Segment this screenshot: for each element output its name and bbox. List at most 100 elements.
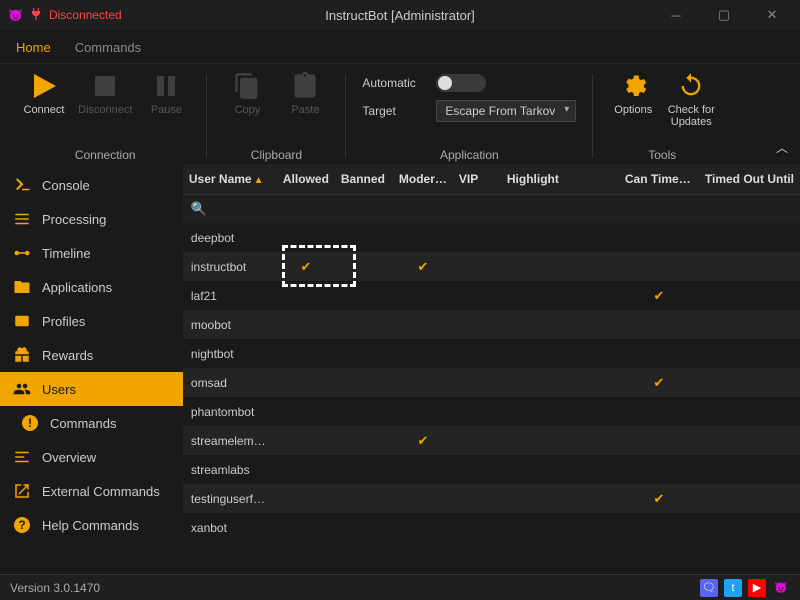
column-header-highlight[interactable]: Highlight: [501, 164, 571, 194]
connection-status: 😈 Disconnected: [8, 7, 122, 24]
users-grid: User Name▲ Allowed Banned Modera... VIP …: [183, 164, 800, 574]
column-header-vip[interactable]: VIP: [453, 164, 501, 194]
statusbar: Version 3.0.1470 🗨 t ▶ 😈: [0, 574, 800, 600]
pause-icon: [150, 70, 182, 102]
sidebar-item-label: Commands: [50, 416, 116, 431]
sidebar-item-users[interactable]: Users: [0, 372, 183, 406]
sidebar-item-rewards[interactable]: Rewards: [0, 338, 183, 372]
table-row[interactable]: xanbot: [183, 513, 800, 542]
list-icon: [12, 209, 32, 229]
sidebar-item-help-commands[interactable]: ? Help Commands: [0, 508, 183, 542]
sidebar-item-label: External Commands: [42, 484, 160, 499]
table-row[interactable]: nightbot: [183, 339, 800, 368]
table-row[interactable]: testinguserfo...✔: [183, 484, 800, 513]
grid-rows: deepbotinstructbot✔✔laf21✔moobotnightbot…: [183, 223, 800, 574]
grid-filter-row[interactable]: 🔍: [183, 195, 800, 223]
table-row[interactable]: streameleme... ✔: [183, 426, 800, 455]
sidebar-item-label: Help Commands: [42, 518, 139, 533]
sidebar-item-label: Processing: [42, 212, 106, 227]
sidebar-item-applications[interactable]: Applications: [0, 270, 183, 304]
discord-icon[interactable]: 🗨: [700, 579, 718, 597]
sidebar-item-commands-sub[interactable]: ! Commands: [0, 406, 183, 440]
cell: omsad: [183, 376, 277, 390]
table-row[interactable]: moobot: [183, 310, 800, 339]
cell: instructbot: [183, 260, 277, 274]
sidebar-item-external-commands[interactable]: External Commands: [0, 474, 183, 508]
close-button[interactable]: ✕: [752, 3, 792, 27]
table-row[interactable]: streamlabs: [183, 455, 800, 484]
sidebar-item-label: Timeline: [42, 246, 91, 261]
ribbon-collapse-button[interactable]: ︿: [776, 139, 788, 156]
disconnect-button[interactable]: Disconnect: [78, 70, 132, 116]
table-row[interactable]: laf21 ✔: [183, 281, 800, 310]
tabbar: Home Commands: [0, 30, 800, 64]
options-button[interactable]: Options: [609, 70, 657, 116]
table-row[interactable]: phantombot: [183, 397, 800, 426]
tab-commands[interactable]: Commands: [75, 32, 141, 63]
play-icon: [28, 70, 60, 102]
column-header-can-timeout[interactable]: Can Timeout: [619, 164, 699, 194]
folder-icon: [12, 277, 32, 297]
ribbon-group-connection: Connect Disconnect Pause Connection: [10, 70, 200, 162]
maximize-button[interactable]: ▢: [704, 3, 744, 27]
sidebar-item-profiles[interactable]: Profiles: [0, 304, 183, 338]
check-icon: ✔: [277, 259, 335, 275]
column-header-moderator[interactable]: Modera...: [393, 164, 453, 194]
table-row[interactable]: omsad✔: [183, 368, 800, 397]
connect-label: Connect: [24, 104, 65, 116]
column-header-timed-out-until[interactable]: Timed Out Until: [699, 164, 800, 194]
tab-home[interactable]: Home: [16, 32, 51, 63]
check-icon: ✔: [619, 288, 699, 304]
svg-text:?: ?: [18, 518, 25, 532]
copy-button[interactable]: Copy: [223, 70, 271, 116]
check-updates-button[interactable]: Check for Updates: [667, 70, 715, 128]
gift-icon: [12, 345, 32, 365]
cell: nightbot: [183, 347, 277, 361]
svg-text:!: !: [28, 416, 32, 430]
column-header-user[interactable]: User Name▲: [183, 164, 277, 194]
sidebar-item-label: Applications: [42, 280, 112, 295]
check-icon: ✔: [393, 433, 453, 449]
cell: streameleme...: [183, 434, 277, 448]
cell: laf21: [183, 289, 277, 303]
ribbon-group-tools: Options Check for Updates Tools: [599, 70, 725, 162]
youtube-icon[interactable]: ▶: [748, 579, 766, 597]
check-updates-label: Check for Updates: [668, 104, 715, 128]
target-combobox[interactable]: Escape From Tarkov: [436, 100, 576, 122]
ribbon: Connect Disconnect Pause Connection Copy…: [0, 64, 800, 164]
sidebar-item-processing[interactable]: Processing: [0, 202, 183, 236]
sidebar-item-console[interactable]: Console: [0, 168, 183, 202]
cell: moobot: [183, 318, 277, 332]
column-header-allowed[interactable]: Allowed: [277, 164, 335, 194]
check-icon: ✔: [393, 259, 453, 275]
column-header-banned[interactable]: Banned: [335, 164, 393, 194]
minimize-button[interactable]: ─: [656, 3, 696, 27]
sidebar-item-label: Profiles: [42, 314, 85, 329]
grid-header: User Name▲ Allowed Banned Modera... VIP …: [183, 164, 800, 195]
cell: streamlabs: [183, 463, 277, 477]
ribbon-group-application: Automatic Target Escape From Tarkov Appl…: [352, 70, 586, 162]
paste-button[interactable]: Paste: [281, 70, 329, 116]
sidebar-item-label: Users: [42, 382, 76, 397]
ribbon-group-clipboard: Copy Paste Clipboard: [213, 70, 339, 162]
sidebar-item-overview[interactable]: Overview: [0, 440, 183, 474]
automatic-toggle[interactable]: [436, 74, 486, 92]
devil-icon[interactable]: 😈: [772, 579, 790, 597]
main-body: Console Processing Timeline Applications…: [0, 164, 800, 574]
twitter-icon[interactable]: t: [724, 579, 742, 597]
options-label: Options: [614, 104, 652, 116]
users-icon: [12, 379, 32, 399]
devil-icon: 😈: [8, 8, 23, 22]
connect-button[interactable]: Connect: [20, 70, 68, 116]
sidebar-item-timeline[interactable]: Timeline: [0, 236, 183, 270]
stop-icon: [89, 70, 121, 102]
table-row[interactable]: deepbot: [183, 223, 800, 252]
version-text: Version 3.0.1470: [10, 581, 100, 595]
sidebar: Console Processing Timeline Applications…: [0, 164, 183, 574]
external-icon: [12, 481, 32, 501]
cell: testinguserfo...: [183, 492, 277, 506]
pause-button[interactable]: Pause: [142, 70, 190, 116]
table-row[interactable]: instructbot✔✔: [183, 252, 800, 281]
copy-icon: [231, 70, 263, 102]
console-icon: [12, 175, 32, 195]
